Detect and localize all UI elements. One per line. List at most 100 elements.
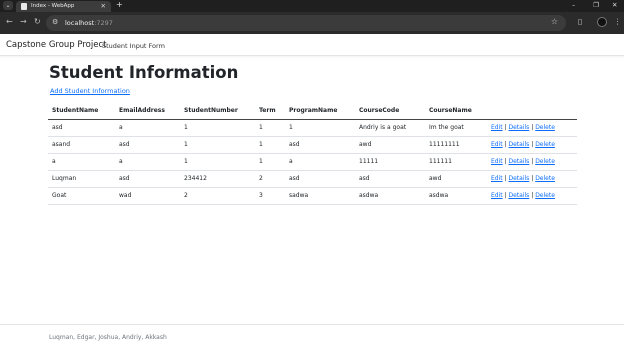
action-separator: | [504,192,507,199]
cell-student-number: 234412 [180,170,255,188]
row-actions: Edit | Details | Delete [487,170,577,188]
cell-course-code: 11111 [355,153,425,171]
browser-tab[interactable]: Index - WebApp ✕ [16,1,111,12]
action-separator: | [504,141,507,148]
new-tab-button[interactable]: + [116,0,123,9]
cell-email: wad [115,187,180,205]
cell-email: a [115,153,180,171]
cell-term: 1 [255,119,285,137]
cell-term: 1 [255,136,285,154]
action-separator: | [531,124,534,131]
action-separator: | [531,158,534,165]
cell-course-name: asdwa [425,187,487,205]
cell-student-name: Goat [48,187,115,205]
maximize-button[interactable]: ❐ [593,1,599,9]
cell-course-name: 11111111 [425,136,487,154]
tab-close-icon[interactable]: ✕ [101,2,106,10]
minimize-button[interactable]: – [572,1,575,9]
cell-term: 1 [255,153,285,171]
cell-student-name: asand [48,136,115,154]
action-separator: | [504,124,507,131]
window-close-button[interactable]: ✕ [612,1,617,9]
site-navbar: Capstone Group Project Student Input For… [0,34,624,56]
cell-term: 2 [255,170,285,188]
cell-program-name: 1 [285,119,355,137]
row-actions: Edit | Details | Delete [487,153,577,171]
brand-link[interactable]: Capstone Group Project [6,40,106,50]
delete-link[interactable]: Delete [535,192,555,199]
column-header: ProgramName [285,103,355,120]
reload-icon[interactable]: ↻ [34,17,41,26]
cell-program-name: sadwa [285,187,355,205]
cell-email: asd [115,170,180,188]
cell-email: asd [115,136,180,154]
url-text[interactable]: localhost:7297 [65,19,113,27]
table-row: asd a 1 1 1 Andriy is a goat Im the goat… [48,119,577,137]
column-header: Term [255,103,285,120]
cell-program-name: asd [285,170,355,188]
page-footer: Luqman, Edgar, Joshua, Andriy, Akkash [0,324,624,348]
table-row: a a 1 1 a 11111 111111 Edit | Details | … [48,153,577,171]
browser-tab-strip: ⌄ Index - WebApp ✕ + – ❐ ✕ [0,0,624,12]
details-link[interactable]: Details [509,158,530,165]
action-separator: | [504,158,507,165]
table-row: Goat wad 2 3 sadwa asdwa asdwa Edit | De… [48,187,577,205]
cell-student-number: 1 [180,119,255,137]
cell-course-name: awd [425,170,487,188]
profile-avatar-icon[interactable] [597,17,607,27]
page-favicon-icon [21,3,27,10]
details-link[interactable]: Details [509,141,530,148]
cell-student-name: a [48,153,115,171]
cell-email: a [115,119,180,137]
cell-course-code: awd [355,136,425,154]
details-link[interactable]: Details [509,124,530,131]
details-link[interactable]: Details [509,175,530,182]
edit-link[interactable]: Edit [491,175,503,182]
column-header: EmailAddress [115,103,180,120]
details-link[interactable]: Details [509,192,530,199]
back-arrow-icon[interactable]: ← [6,17,13,26]
cell-course-name: Im the goat [425,119,487,137]
column-header: StudentNumber [180,103,255,120]
page-title: Student Information [49,63,239,82]
cell-course-code: asdwa [355,187,425,205]
cell-student-name: asd [48,119,115,137]
sidebar-icon[interactable]: ▯ [578,17,582,26]
nav-link-student-input-form[interactable]: Student Input Form [102,42,165,50]
cell-course-code: asd [355,170,425,188]
tab-title: Index - WebApp [31,3,75,9]
cell-student-number: 1 [180,136,255,154]
column-header: CourseName [425,103,487,120]
edit-link[interactable]: Edit [491,192,503,199]
action-separator: | [531,192,534,199]
more-menu-icon[interactable]: ⋮ [614,17,622,26]
row-actions: Edit | Details | Delete [487,187,577,205]
delete-link[interactable]: Delete [535,141,555,148]
cell-student-number: 1 [180,153,255,171]
cell-term: 3 [255,187,285,205]
cell-student-number: 2 [180,187,255,205]
footer-text: Luqman, Edgar, Joshua, Andriy, Akkash [49,334,167,341]
action-separator: | [531,141,534,148]
forward-arrow-icon[interactable]: → [20,17,27,26]
bookmark-star-icon[interactable]: ☆ [551,17,558,26]
edit-link[interactable]: Edit [491,124,503,131]
address-bar[interactable]: ⚙ localhost:7297 ☆ [46,15,566,31]
site-info-icon[interactable]: ⚙ [52,18,58,26]
cell-student-name: Luqman [48,170,115,188]
action-separator: | [504,175,507,182]
delete-link[interactable]: Delete [535,175,555,182]
edit-link[interactable]: Edit [491,158,503,165]
cell-program-name: a [285,153,355,171]
delete-link[interactable]: Delete [535,124,555,131]
action-separator: | [531,175,534,182]
column-header: CourseCode [355,103,425,120]
cell-course-name: 111111 [425,153,487,171]
edit-link[interactable]: Edit [491,141,503,148]
column-header-actions [487,103,577,120]
cell-program-name: asd [285,136,355,154]
delete-link[interactable]: Delete [535,158,555,165]
row-actions: Edit | Details | Delete [487,136,577,154]
tab-list-icon[interactable]: ⌄ [3,1,13,10]
add-student-link[interactable]: Add Student Information [50,87,130,95]
